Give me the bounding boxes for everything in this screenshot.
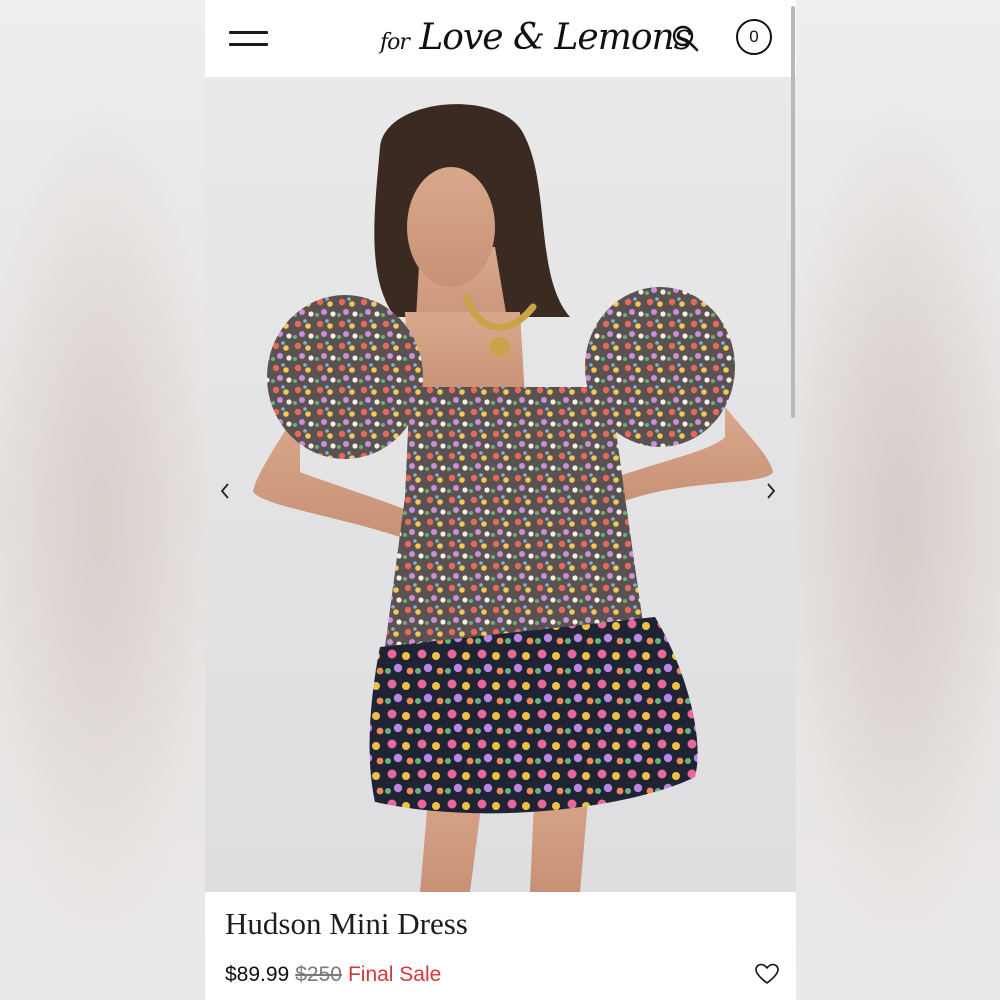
- mobile-page: for Love & Lemons 0 Hudson Mini Dress $8…: [205, 0, 796, 1000]
- menu-button[interactable]: [227, 24, 271, 54]
- cart-button[interactable]: 0: [736, 19, 772, 55]
- product-title: Hudson Mini Dress: [225, 906, 468, 941]
- final-sale-badge: Final Sale: [347, 963, 442, 986]
- carousel-prev-button[interactable]: [213, 479, 237, 503]
- logo-main: Love & Lemons: [419, 17, 692, 58]
- price-row: $89.99 $250 Final Sale: [225, 963, 441, 991]
- wishlist-button[interactable]: [754, 962, 780, 986]
- chevron-left-icon: [220, 483, 229, 499]
- hamburger-icon-line: [229, 31, 268, 34]
- search-button[interactable]: [669, 22, 703, 56]
- heart-icon: [755, 963, 779, 984]
- site-header: for Love & Lemons 0: [205, 0, 796, 77]
- sale-price: $89.99: [225, 963, 290, 986]
- hamburger-icon-line: [229, 43, 268, 46]
- carousel-next-button[interactable]: [759, 479, 783, 503]
- chevron-right-icon: [767, 483, 776, 499]
- cart-count: 0: [749, 27, 759, 46]
- product-photo: [253, 104, 773, 892]
- page-scrollbar[interactable]: [791, 6, 795, 418]
- product-image-carousel[interactable]: [205, 77, 796, 892]
- logo-prefix: for: [380, 30, 410, 55]
- search-icon: [672, 25, 699, 52]
- brand-logo[interactable]: for Love & Lemons: [380, 10, 692, 66]
- original-price: $250: [295, 963, 342, 986]
